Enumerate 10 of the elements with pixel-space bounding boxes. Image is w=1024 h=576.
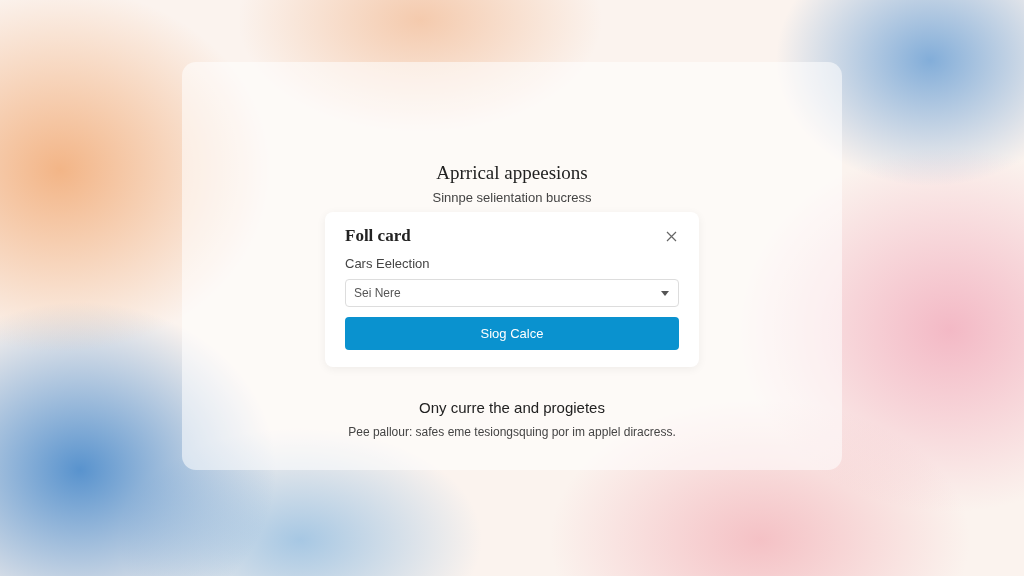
- card-title: Foll card: [345, 226, 411, 246]
- page-title: Aprrical appeesions: [436, 162, 588, 184]
- select-field[interactable]: Sei Nere: [345, 279, 679, 307]
- submit-button[interactable]: Siog Calce: [345, 317, 679, 350]
- field-label: Cars Eelection: [345, 256, 431, 271]
- close-icon[interactable]: [666, 230, 677, 242]
- caret-icon: [661, 291, 669, 296]
- page-subtitle: Sinnpe selientation bucress: [432, 190, 592, 205]
- section-text: Pee pallour: safes eme tesiongsquing por im applel diracress.: [348, 425, 676, 439]
- section-heading: Ony curre the and progietes: [419, 399, 605, 416]
